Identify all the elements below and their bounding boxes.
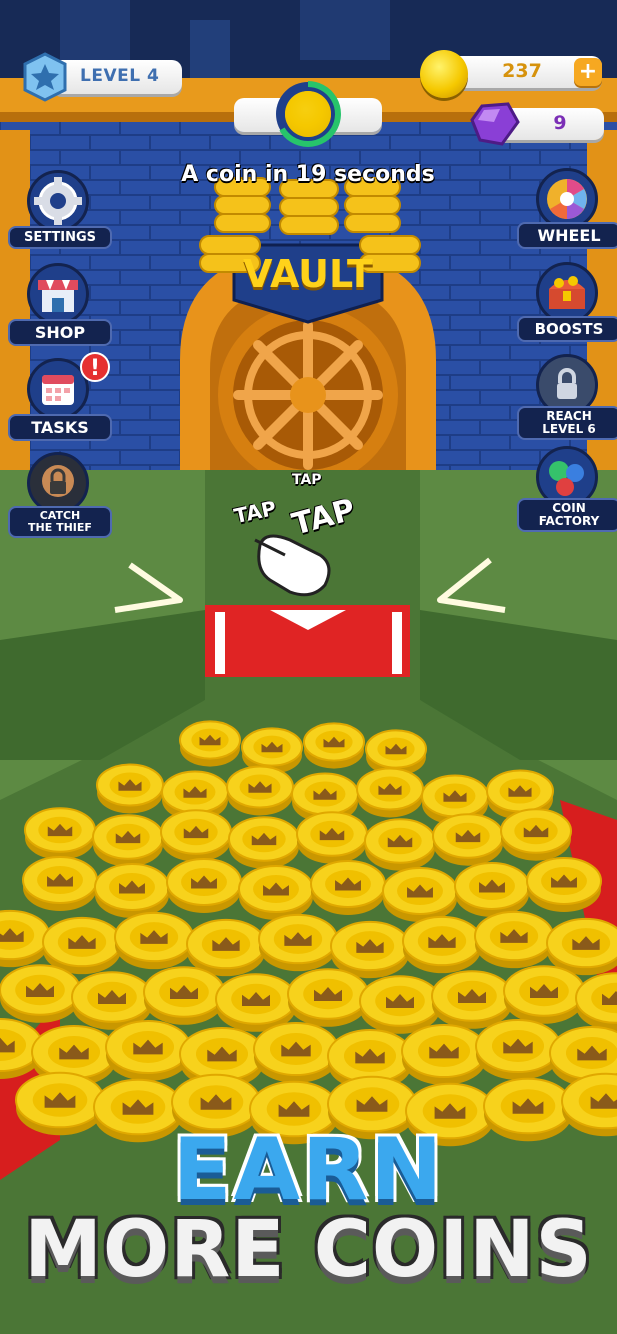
store-icon — [27, 263, 89, 325]
coin-factory-button[interactable]: COIN FACTORY — [517, 446, 617, 532]
locked-thief-icon — [27, 452, 89, 514]
catch-the-thief-label: CATCH THE THIEF — [8, 506, 112, 538]
catch-the-thief-button[interactable]: CATCH THE THIEF — [8, 452, 112, 538]
level-label: LEVEL 4 — [80, 66, 160, 86]
tasks-label: TASKS — [8, 414, 112, 441]
tap-hint: TAP — [292, 472, 322, 488]
wheel-label: WHEEL — [517, 222, 617, 249]
settings-button[interactable]: SETTINGS — [8, 170, 112, 249]
coin-balance: 237 — [502, 60, 542, 82]
boosts-button[interactable]: BOOSTS — [517, 262, 617, 342]
gem-balance: 9 — [553, 112, 567, 134]
level-star-icon — [23, 52, 67, 102]
tasks-alert-badge: ! — [80, 352, 110, 382]
gem-icon — [470, 102, 520, 146]
shop-label: SHOP — [8, 319, 112, 346]
coin-icon — [420, 50, 468, 98]
treasure-chest-icon — [536, 262, 598, 324]
prize-wheel-icon — [536, 168, 598, 230]
coin-timer-text: A coin in 19 seconds — [181, 162, 435, 187]
buy-coins-button[interactable]: + — [574, 58, 602, 86]
coin-factory-label: COIN FACTORY — [517, 498, 617, 532]
boosts-label: BOOSTS — [517, 316, 617, 342]
settings-label: SETTINGS — [8, 226, 112, 249]
reach-level-6-label: REACH LEVEL 6 — [517, 406, 617, 440]
headline-more-coins: MORE COINS — [24, 1205, 593, 1295]
reach-level-6-button[interactable]: REACH LEVEL 6 — [517, 354, 617, 440]
gear-icon — [27, 170, 89, 232]
wheel-button[interactable]: WHEEL — [517, 168, 617, 249]
vault-label: VAULT — [243, 252, 373, 296]
shop-button[interactable]: SHOP — [8, 263, 112, 346]
coin-timer-icon — [276, 81, 341, 147]
